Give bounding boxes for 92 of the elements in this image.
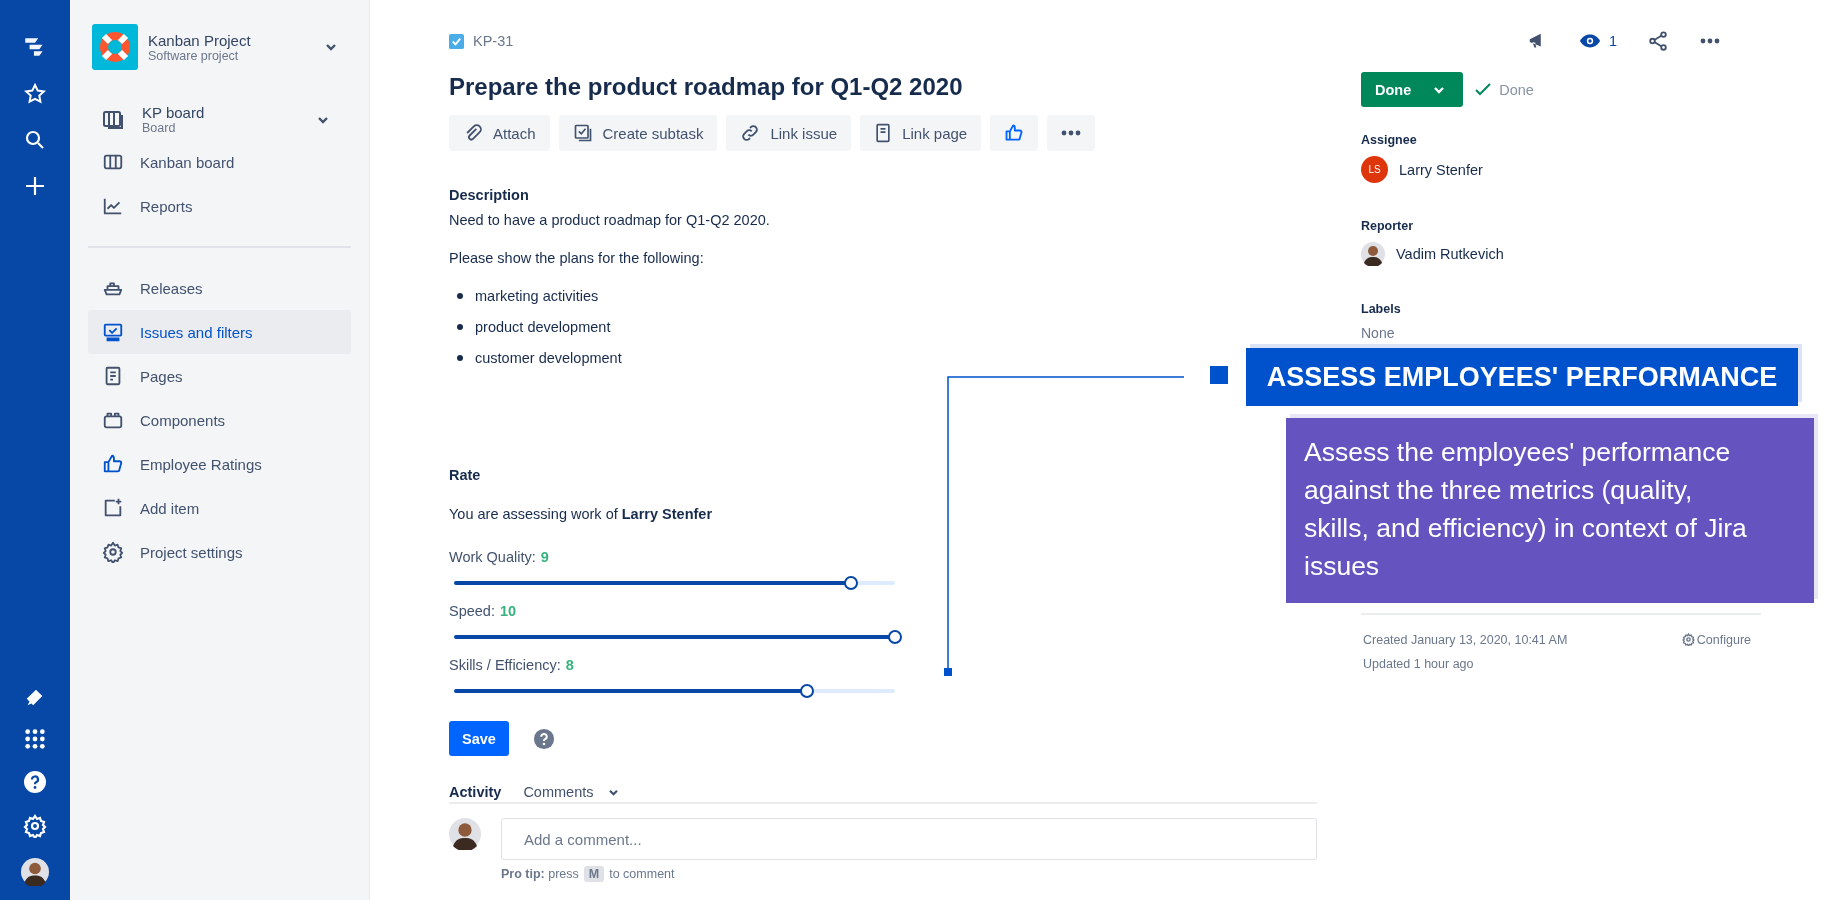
nav-item[interactable]: Employee Ratings — [88, 442, 351, 486]
subtask-icon — [572, 123, 593, 143]
metric-score: 8 — [565, 657, 574, 673]
list-item: customer development — [475, 349, 622, 367]
lifebuoy-icon — [92, 24, 138, 70]
action-button[interactable]: Create subtask — [558, 115, 718, 151]
metric-score: 9 — [540, 549, 549, 565]
action-button[interactable]: Link issue — [726, 115, 852, 151]
field-value: Larry Stenfer — [1399, 161, 1483, 178]
help-icon[interactable] — [23, 770, 47, 794]
nav-item[interactable]: Add item — [88, 486, 351, 530]
field-label: Labels — [1361, 302, 1402, 316]
chevron-down-icon — [607, 788, 619, 796]
metric-label: Work Quality: — [449, 549, 536, 565]
project-type: Software project — [148, 48, 239, 63]
settings-icon — [102, 541, 124, 563]
status-dropdown[interactable]: Done — [1361, 72, 1464, 107]
paragraph: Please show the plans for the following: — [449, 249, 705, 267]
settings-icon[interactable] — [23, 814, 47, 838]
metric-label: Skills / Efficiency: — [449, 657, 561, 673]
avatar — [449, 818, 481, 850]
nav-item[interactable]: Project settings — [88, 530, 351, 574]
slider-thumb[interactable] — [799, 684, 814, 698]
configure-button[interactable]: Configure — [1681, 633, 1751, 649]
chevron-down-icon[interactable] — [317, 115, 329, 124]
star-icon[interactable] — [23, 82, 47, 106]
board-type: Board — [142, 121, 177, 135]
bullet-icon — [457, 293, 463, 299]
more-button[interactable] — [1047, 115, 1096, 151]
bullet-icon — [457, 324, 463, 330]
nav-item[interactable]: Components — [88, 398, 351, 442]
list-item: product development — [475, 318, 611, 336]
field-label: Reporter — [1361, 219, 1415, 233]
link-icon — [740, 123, 761, 143]
save-button[interactable]: Save — [449, 721, 509, 756]
field-label: Assignee — [1361, 133, 1418, 147]
avatar — [1361, 242, 1385, 266]
avatar — [21, 858, 49, 886]
settings-icon — [1681, 633, 1695, 646]
bullet-icon — [457, 355, 463, 361]
eye-icon — [1578, 33, 1601, 49]
action-button[interactable]: Link page — [860, 115, 982, 151]
nav-item[interactable]: Releases — [88, 266, 351, 310]
tip-text: Pro tip: press — [501, 867, 579, 881]
board-name[interactable]: KP board — [142, 104, 301, 121]
created-date: Created January 13, 2020, 10:41 AM — [1363, 633, 1568, 647]
metric-label: Speed: — [449, 603, 495, 619]
section-heading: Rate — [449, 467, 482, 483]
thumbs-up-icon — [102, 453, 124, 475]
plus-icon[interactable] — [23, 174, 47, 198]
callout-marker — [1210, 366, 1228, 384]
share-icon[interactable] — [1647, 30, 1669, 52]
help-icon[interactable] — [532, 727, 555, 750]
project-name: Kanban Project — [148, 31, 252, 49]
field-value: None — [1361, 325, 1395, 341]
more-icon[interactable] — [1699, 38, 1721, 44]
key-hint: M — [583, 866, 605, 882]
more-icon — [1061, 130, 1082, 136]
nav-item[interactable]: Kanban board — [88, 140, 351, 184]
slider-thumb[interactable] — [843, 576, 858, 590]
action-button[interactable]: Attach — [449, 115, 550, 151]
monitor-icon — [102, 321, 124, 343]
apps-icon[interactable] — [24, 728, 46, 750]
chevron-down-icon — [1433, 85, 1446, 94]
resolution-text: Done — [1499, 81, 1534, 98]
paragraph: Need to have a product roadmap for Q1-Q2 2020. — [449, 211, 771, 229]
metric-score: 10 — [499, 603, 517, 619]
chevron-down-icon[interactable] — [325, 43, 337, 51]
avatar: LS — [1361, 156, 1388, 183]
like-button[interactable] — [990, 115, 1039, 151]
tip-text: to comment — [609, 867, 675, 881]
comment-field[interactable]: Add a comment... — [501, 818, 1317, 860]
board-icon — [102, 108, 126, 131]
add-icon — [102, 497, 124, 519]
watchers-button[interactable]: 1 — [1578, 33, 1617, 49]
nav-item[interactable]: Reports — [88, 184, 351, 228]
assessment-text: You are assessing work of Larry Stenfer — [449, 505, 714, 523]
activity-heading: Activity — [449, 784, 502, 800]
checkmark-icon — [1475, 83, 1492, 96]
comments-dropdown[interactable]: Comments — [523, 784, 619, 800]
slider-thumb[interactable] — [888, 630, 902, 644]
checkbox-icon — [449, 33, 464, 49]
nav-item[interactable]: Issues and filters — [88, 310, 351, 354]
nav-item[interactable]: Pages — [88, 354, 351, 398]
issue-key[interactable]: KP-31 — [473, 33, 514, 49]
issue-title: Prepare the product roadmap for Q1-Q2 2020 — [449, 73, 964, 101]
thumbs-up-icon — [1004, 123, 1025, 143]
list-item: marketing activities — [475, 287, 599, 305]
section-heading: Description — [449, 187, 530, 203]
updated-date: Updated 1 hour ago — [1363, 657, 1475, 671]
document-icon — [874, 123, 893, 143]
field-value: Vadim Rutkevich — [1396, 246, 1504, 262]
